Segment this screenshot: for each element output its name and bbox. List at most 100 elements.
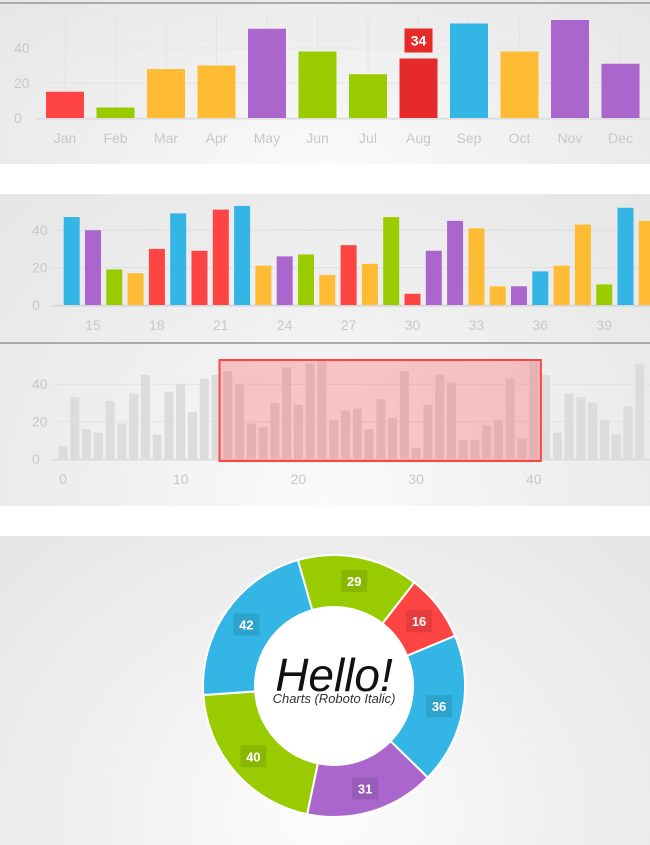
detail-bar[interactable] [127,273,144,305]
y-tick-label: 0 [32,451,40,467]
x-tick-label: 40 [526,471,542,487]
monthly-bar-chart-panel: 0 20 40 Jan Feb Mar Apr May Jun Jul Aug Sep Oct Nov De… [0,0,650,164]
detail-bar[interactable] [361,263,378,305]
x-tick-label: 39 [596,317,612,333]
zoomable-bar-chart-panel: 0 20 40 15 18 21 24 27 30 33 36 39 0 20 40 0 10 20 30 40 [0,194,650,506]
navigator-bar [164,391,174,459]
detail-bar[interactable] [276,256,293,305]
bar-mar[interactable] [147,69,185,118]
navigator-bar [588,402,598,459]
detail-bar[interactable] [191,250,208,305]
navigator-bar [129,393,139,459]
y-tick-label: 0 [32,297,40,313]
x-tick-label: 30 [405,317,421,333]
slice-label: 36 [432,699,446,714]
bar-apr[interactable] [197,65,236,119]
x-tick-label: Jun [306,130,329,146]
x-tick-label: May [254,130,280,146]
detail-bar[interactable] [255,265,272,305]
navigator-bar [152,434,162,459]
navigator-bar [564,393,574,459]
detail-bar[interactable] [212,209,229,305]
navigator-bar [611,434,621,459]
navigator-bar [70,397,80,459]
y-tick-label: 40 [32,376,48,392]
x-tick-label: 20 [291,471,307,487]
bar-nov[interactable] [551,20,589,118]
monthly-bar-chart[interactable]: 0 20 40 Jan Feb Mar Apr May Jun Jul Aug Sep Oct Nov De… [0,0,650,164]
y-tick-label: 20 [32,414,48,430]
navigator-bar [58,445,68,459]
detail-bar[interactable] [617,207,634,305]
detail-bar[interactable] [85,230,101,305]
navigator-bar [140,374,150,459]
detail-bar[interactable] [170,213,187,305]
detail-bar[interactable] [489,286,506,305]
slice-label: 42 [239,618,253,633]
navigator-bar [176,384,186,459]
x-tick-label: Apr [206,130,228,146]
bar-dec[interactable] [601,63,640,118]
detail-bar[interactable] [511,286,527,305]
x-tick-label: 15 [85,317,101,333]
x-tick-label: Jan [54,130,77,146]
y-tick-label: 40 [32,222,48,238]
x-tick-label: 33 [469,317,485,333]
bar-oct[interactable] [500,51,539,119]
detail-bar[interactable] [148,248,165,305]
navigator-bar [576,397,586,459]
x-tick-label: 18 [149,317,165,333]
detail-bar[interactable] [425,250,442,305]
x-tick-label: Feb [103,130,127,146]
detail-bar[interactable] [404,293,421,305]
navigator-bar [93,432,103,459]
detail-bar[interactable] [553,265,570,305]
x-tick-label: Nov [558,130,583,146]
detail-bar[interactable] [574,224,591,305]
detail-bar[interactable] [340,245,357,305]
detail-bar[interactable] [447,220,464,305]
detail-bar[interactable] [383,217,400,305]
detail-bar[interactable] [319,275,336,305]
navigator-bar [82,429,92,459]
navigator-bar [635,363,645,459]
x-tick-label: 36 [533,317,549,333]
bar-aug[interactable] [399,58,438,119]
slice-label: 31 [358,781,372,796]
bar-jan[interactable] [46,91,84,118]
bar-jun[interactable] [298,51,337,119]
navigator-bar [187,412,197,459]
slice-label: 16 [412,614,426,629]
donut-chart[interactable]: 291636314042 Hello! Charts (Roboto Itali… [0,536,650,845]
navigator-bar [117,423,127,459]
y-tick-label: 20 [32,260,48,276]
x-tick-label: 21 [213,317,229,333]
donut-chart-panel: 29 16 36 31 40 42 Hello! Charts (Roboto Itali… [0,536,650,845]
detail-bar[interactable] [468,228,485,305]
top-divider [0,2,650,4]
detail-bar[interactable] [596,284,613,305]
bar-jul[interactable] [349,74,387,118]
navigator-bar [552,432,562,459]
bar-feb[interactable] [96,107,135,119]
detail-bar[interactable] [638,220,650,305]
bar-sep[interactable] [450,23,488,119]
navigator-bar [105,401,115,459]
bar-may[interactable] [248,28,286,118]
x-tick-label: Dec [608,130,633,146]
detail-bar[interactable] [106,269,123,305]
section-divider [0,342,650,344]
navigator-selection-window[interactable] [218,359,542,462]
x-tick-label: Mar [154,130,178,146]
detail-bar[interactable] [298,254,314,305]
x-tick-label: Aug [406,130,431,146]
zoomable-bar-chart[interactable]: 0 20 40 15 18 21 24 27 30 33 36 39 0 20 40 0 10 20 30 40 [0,194,650,506]
x-tick-label: Jul [359,130,377,146]
x-tick-label: Oct [509,130,531,146]
highlight-label: 34 [411,33,427,49]
detail-bar[interactable] [234,205,251,305]
detail-bar[interactable] [63,217,80,305]
x-tick-label: 30 [408,471,424,487]
x-tick-label: 10 [173,471,189,487]
detail-bar[interactable] [532,271,549,305]
